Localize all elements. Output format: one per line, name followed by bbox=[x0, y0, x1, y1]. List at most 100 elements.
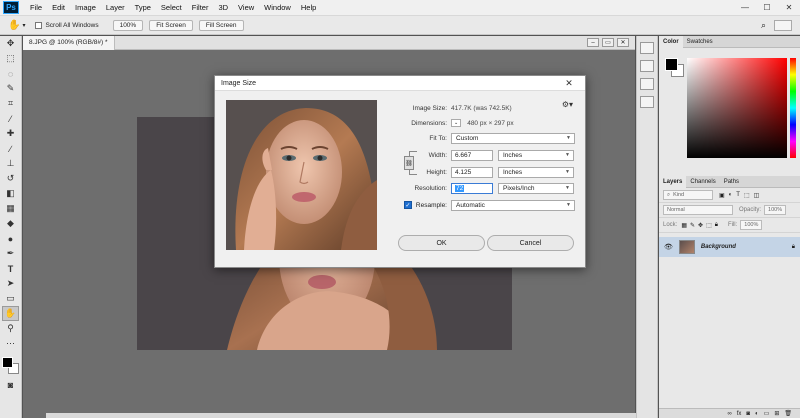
lock-artboard-icon[interactable]: ⬚ bbox=[706, 222, 712, 229]
tab-color[interactable]: Color bbox=[659, 35, 683, 48]
crop-tool-icon[interactable]: ⌗ bbox=[0, 96, 21, 111]
layer-style-icon[interactable]: fx bbox=[737, 411, 742, 417]
height-unit-select[interactable]: Inches ▼ bbox=[498, 166, 574, 178]
tool-preset-dropdown-icon[interactable]: ▾ bbox=[22, 22, 25, 29]
menu-window[interactable]: Window bbox=[259, 3, 296, 12]
eye-icon[interactable]: 👁︎ bbox=[664, 243, 673, 251]
menu-help[interactable]: Help bbox=[296, 3, 321, 12]
dodge-tool-icon[interactable]: ● bbox=[0, 231, 21, 246]
lock-position-icon[interactable]: ✥ bbox=[698, 222, 703, 229]
layer-row-background[interactable]: 👁︎ Background 🔒︎ bbox=[659, 237, 800, 257]
image-preview[interactable] bbox=[226, 100, 377, 250]
doc-close-button[interactable]: ✕ bbox=[617, 38, 629, 47]
menu-3d[interactable]: 3D bbox=[213, 3, 233, 12]
properties-panel-icon[interactable] bbox=[640, 60, 654, 72]
eyedropper-tool-icon[interactable]: ⁄ bbox=[0, 111, 21, 126]
type-tool-icon[interactable]: T bbox=[0, 261, 21, 276]
foreground-color[interactable] bbox=[1, 357, 13, 368]
maximize-button[interactable]: ☐ bbox=[756, 3, 778, 12]
hand-tool-icon[interactable]: ✋ bbox=[2, 306, 19, 321]
tab-layers[interactable]: Layers bbox=[659, 175, 687, 188]
lock-all-icon[interactable]: 🔒︎ bbox=[715, 222, 718, 229]
lasso-tool-icon[interactable]: ◌ bbox=[0, 66, 21, 81]
doc-restore-button[interactable]: ▭ bbox=[602, 38, 614, 47]
resample-select[interactable]: Automatic ▼ bbox=[451, 199, 575, 211]
resample-check-group[interactable]: ✓ Resample: bbox=[385, 201, 451, 209]
move-tool-icon[interactable]: ✥ bbox=[0, 36, 21, 51]
document-tab[interactable]: 8.JPG @ 100% (RGB/8#) * bbox=[23, 35, 115, 50]
history-brush-tool-icon[interactable]: ↺ bbox=[0, 171, 21, 186]
quick-select-tool-icon[interactable]: ✎ bbox=[0, 81, 21, 96]
clone-stamp-tool-icon[interactable]: ⊥ bbox=[0, 156, 21, 171]
width-input[interactable]: 6.667 bbox=[451, 149, 493, 161]
color-picker-field[interactable] bbox=[687, 58, 787, 158]
libraries-panel-icon[interactable] bbox=[640, 96, 654, 108]
new-group-icon[interactable]: ▭ bbox=[764, 410, 770, 417]
close-button[interactable]: ✕ bbox=[778, 3, 800, 12]
scroll-all-windows-checkbox[interactable] bbox=[35, 21, 43, 29]
gradient-tool-icon[interactable]: ▦ bbox=[0, 201, 21, 216]
blend-mode-select[interactable]: Normal bbox=[663, 205, 733, 215]
resolution-input[interactable]: 72 bbox=[451, 182, 493, 194]
horizontal-scrollbar[interactable] bbox=[46, 413, 658, 418]
lock-paint-icon[interactable]: ✎ bbox=[690, 222, 695, 229]
add-mask-icon[interactable]: ◙ bbox=[746, 411, 750, 417]
search-icon[interactable]: ⌕ bbox=[761, 20, 766, 31]
menu-layer[interactable]: Layer bbox=[101, 3, 130, 12]
history-panel-icon[interactable] bbox=[640, 42, 654, 54]
adjustments-panel-icon[interactable] bbox=[640, 78, 654, 90]
filter-type-icon[interactable]: T bbox=[736, 192, 740, 198]
dimensions-dropdown-icon[interactable]: ⌄ bbox=[451, 119, 462, 127]
doc-minimize-button[interactable]: – bbox=[587, 38, 599, 47]
resample-checkbox[interactable]: ✓ bbox=[403, 201, 412, 209]
menu-type[interactable]: Type bbox=[130, 3, 156, 12]
height-input[interactable]: 4.125 bbox=[451, 166, 493, 178]
resolution-unit-select[interactable]: Pixels/Inch ▼ bbox=[498, 182, 574, 194]
menu-select[interactable]: Select bbox=[156, 3, 187, 12]
menu-edit[interactable]: Edit bbox=[47, 3, 70, 12]
more-tools-icon[interactable]: ⋯ bbox=[0, 336, 21, 351]
dialog-titlebar[interactable]: Image Size ✕ bbox=[215, 76, 585, 91]
workspace-switcher[interactable] bbox=[774, 19, 792, 31]
fill-input[interactable]: 100% bbox=[740, 220, 763, 230]
minimize-button[interactable]: — bbox=[734, 3, 756, 12]
filter-adjustment-icon[interactable]: ◐ bbox=[729, 192, 733, 198]
pen-tool-icon[interactable]: ✒ bbox=[0, 246, 21, 261]
settings-gear-icon[interactable]: ⚙▾ bbox=[562, 100, 573, 109]
menu-view[interactable]: View bbox=[233, 3, 259, 12]
path-selection-tool-icon[interactable]: ➤ bbox=[0, 276, 21, 291]
zoom-tool-icon[interactable]: ⚲ bbox=[0, 321, 21, 336]
zoom-100-button[interactable]: 100% bbox=[112, 19, 144, 31]
new-adjustment-icon[interactable]: ◐ bbox=[755, 411, 759, 417]
width-unit-select[interactable]: Inches ▼ bbox=[498, 149, 574, 161]
cancel-button[interactable]: Cancel bbox=[487, 235, 574, 251]
menu-image[interactable]: Image bbox=[70, 3, 101, 12]
opacity-input[interactable]: 100% bbox=[764, 205, 787, 215]
tab-swatches[interactable]: Swatches bbox=[683, 39, 717, 45]
fit-screen-button[interactable]: Fit Screen bbox=[149, 19, 193, 31]
filter-pixel-icon[interactable]: ▣ bbox=[719, 192, 725, 199]
link-layers-icon[interactable]: ∞ bbox=[727, 411, 731, 417]
kind-filter-select[interactable]: ⌕ Kind bbox=[663, 190, 713, 200]
panel-foreground-swatch[interactable] bbox=[665, 58, 678, 71]
marquee-tool-icon[interactable]: ⬚ bbox=[0, 51, 21, 66]
trash-icon[interactable]: 🗑︎ bbox=[784, 410, 792, 417]
lock-pixels-icon[interactable]: ▦ bbox=[681, 222, 687, 229]
dialog-close-icon[interactable]: ✕ bbox=[559, 77, 579, 90]
color-swatches[interactable] bbox=[1, 357, 20, 377]
tab-channels[interactable]: Channels bbox=[686, 179, 719, 185]
menu-file[interactable]: File bbox=[25, 3, 47, 12]
rectangle-tool-icon[interactable]: ▭ bbox=[0, 291, 21, 306]
quick-mask-icon[interactable]: ◙ bbox=[0, 377, 21, 392]
ok-button[interactable]: OK bbox=[398, 235, 485, 251]
fill-screen-button[interactable]: Fill Screen bbox=[198, 19, 244, 31]
filter-smart-icon[interactable]: ◫ bbox=[754, 192, 760, 199]
menu-filter[interactable]: Filter bbox=[187, 3, 214, 12]
tab-paths[interactable]: Paths bbox=[720, 179, 743, 185]
layer-name[interactable]: Background bbox=[701, 244, 736, 250]
fit-to-select[interactable]: Custom ▼ bbox=[451, 132, 575, 144]
hand-tool-icon[interactable]: ✋ bbox=[8, 20, 20, 31]
new-layer-icon[interactable]: ⊞ bbox=[774, 410, 779, 417]
brush-tool-icon[interactable]: ∕ bbox=[0, 141, 21, 156]
blur-tool-icon[interactable]: ◆ bbox=[0, 216, 21, 231]
